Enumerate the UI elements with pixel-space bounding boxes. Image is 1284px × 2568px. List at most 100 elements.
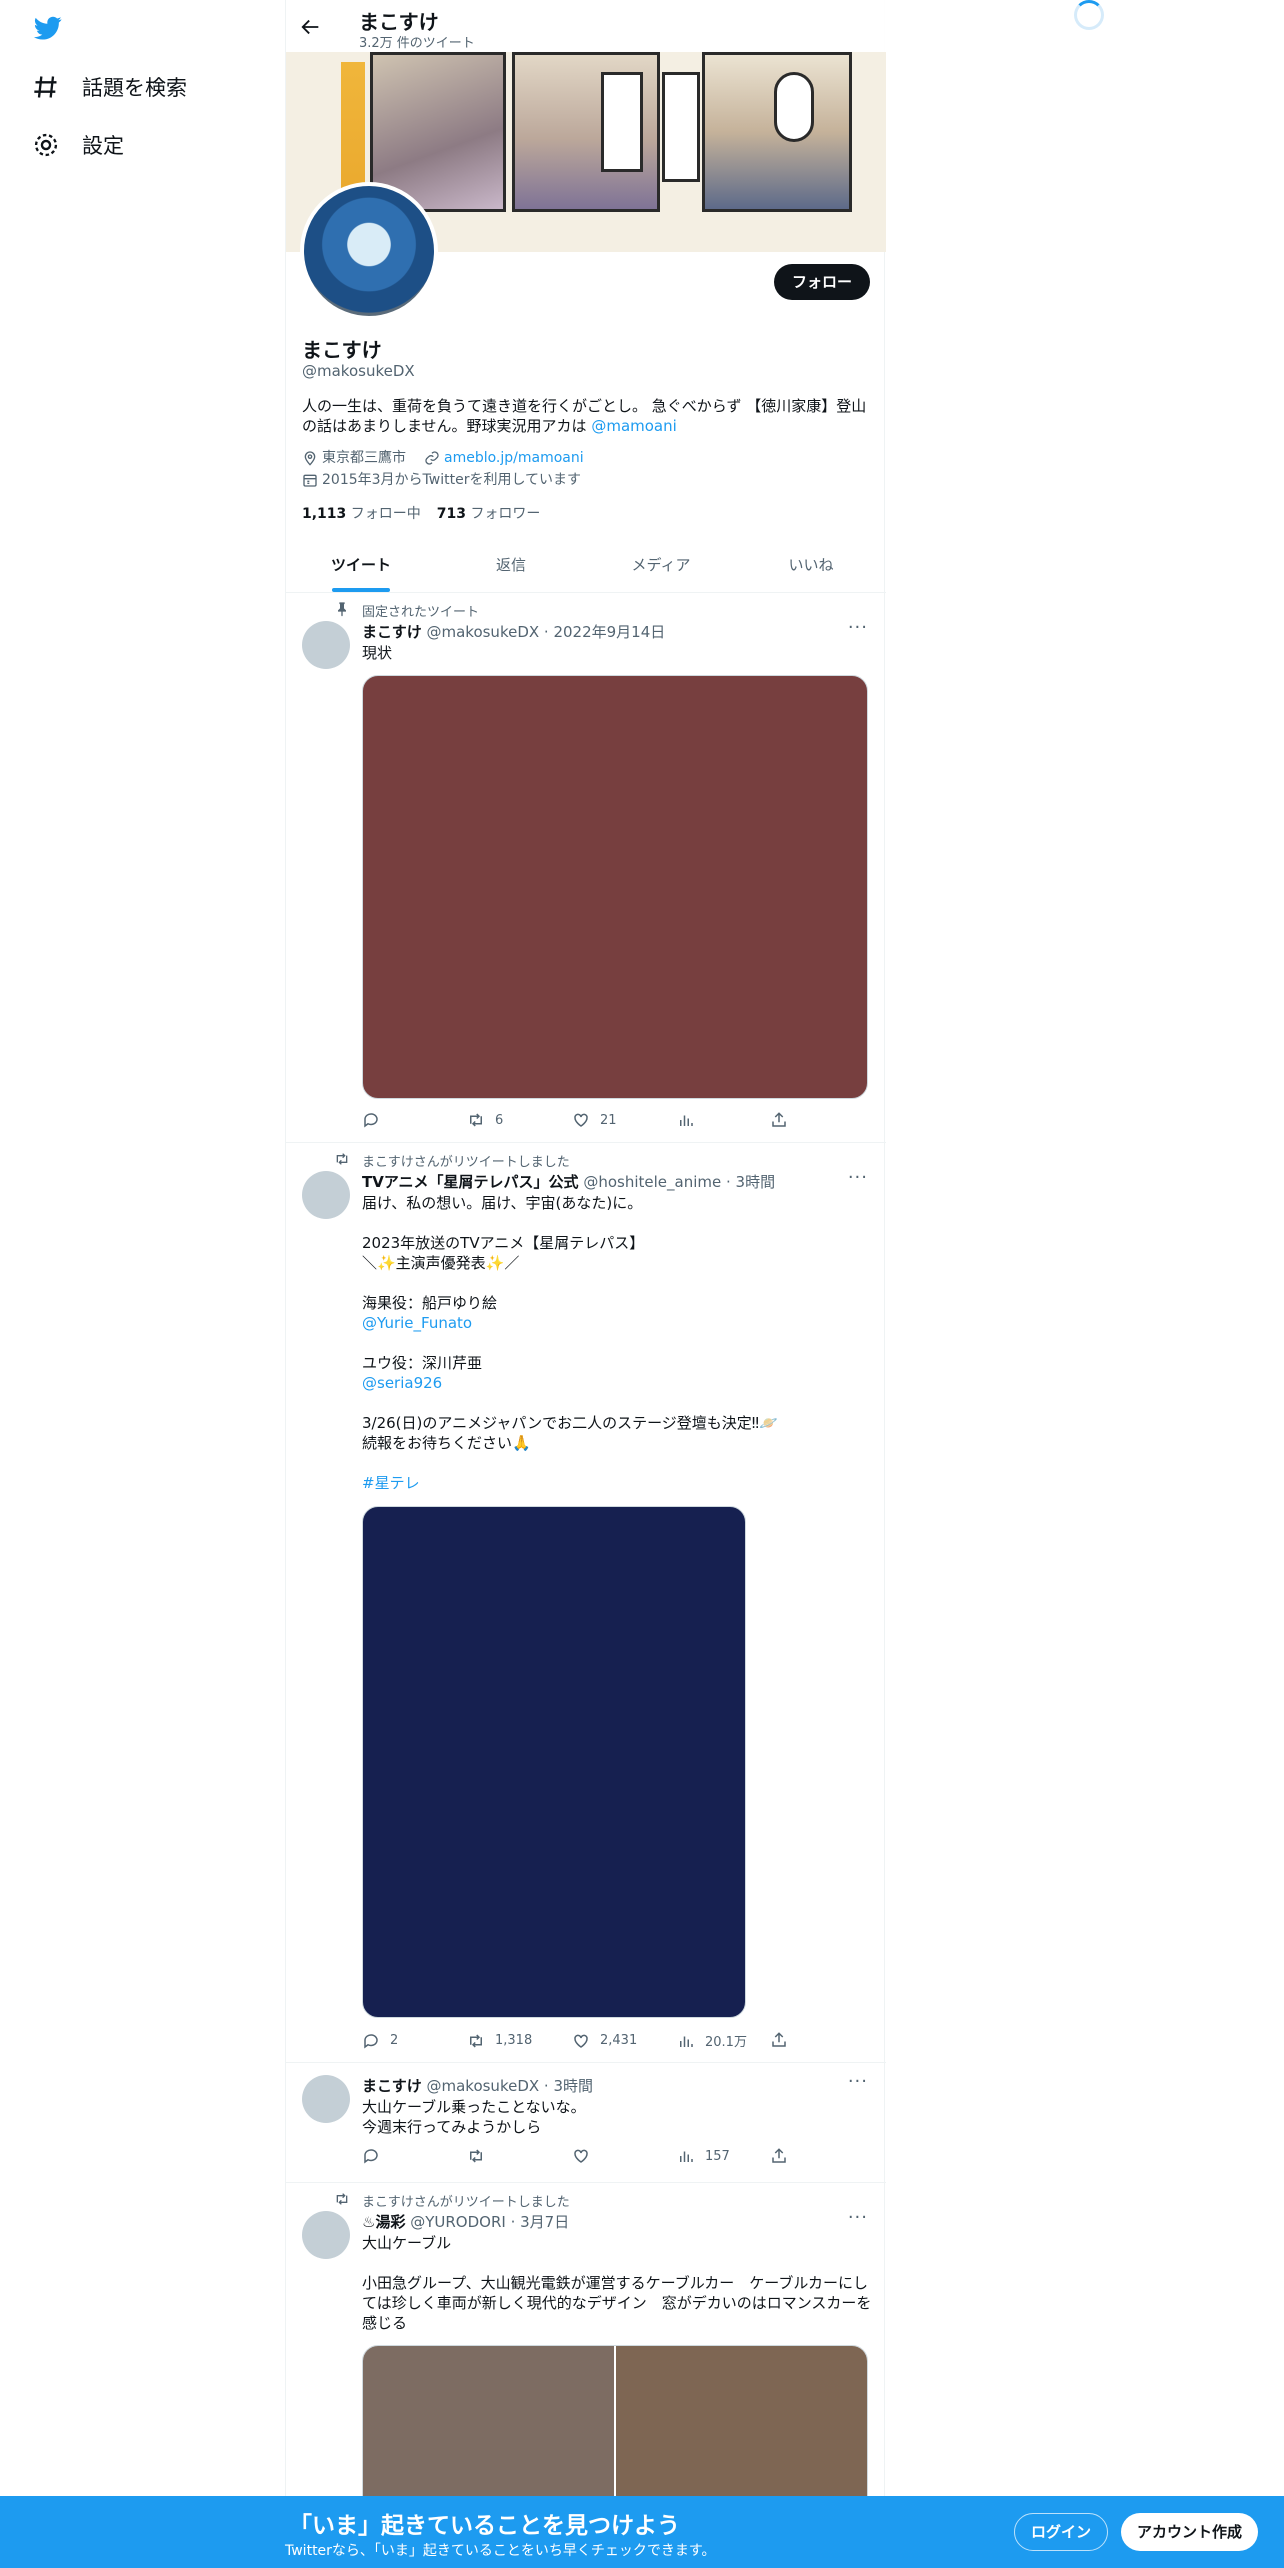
tab-media[interactable]: メディア	[586, 540, 736, 592]
signup-banner: 「いま」起きていることを見つけよう Twitterなら、「いま」起きていることを…	[0, 2496, 1284, 2568]
mention-link[interactable]: @seria926	[362, 1374, 442, 1392]
more-icon[interactable]: ···	[848, 2071, 868, 2092]
main-column: まこすけ 3.2万 件のツイート フォロー まこすけ @makosukeDX 人…	[285, 0, 886, 2568]
tab-tweets[interactable]: ツイート	[286, 540, 436, 592]
profile-location: 東京都三鷹市	[322, 450, 406, 466]
tweet-header: TVアニメ「星屑テレパス」公式 @hoshitele_anime · 3時間	[362, 1173, 776, 1191]
tweet-media[interactable]	[362, 1506, 746, 2018]
twitter-logo-icon[interactable]	[32, 14, 64, 42]
profile-name: まこすけ	[302, 338, 382, 362]
profile-handle: @makosukeDX	[302, 362, 415, 380]
share-icon[interactable]	[770, 2147, 788, 2165]
tweet-own[interactable]: まこすけ @makosukeDX · 3時間 ··· 大山ケーブル乗ったことない…	[286, 2063, 886, 2183]
views-button[interactable]: 157	[677, 2147, 782, 2165]
avatar[interactable]	[302, 621, 350, 669]
header-name: まこすけ	[359, 10, 439, 34]
signup-button[interactable]: アカウント作成	[1121, 2513, 1259, 2551]
profile-joined: 2015年3月からTwitterを利用しています	[322, 472, 582, 488]
reply-button[interactable]: 2	[362, 2031, 467, 2050]
nav-settings-label: 設定	[82, 134, 124, 158]
followers-link[interactable]: 713 フォロワー	[437, 503, 541, 523]
tweet-actions: 2 1,318 2,431 20.1万	[362, 2031, 782, 2050]
pin-icon	[338, 602, 346, 617]
reply-icon	[364, 1113, 378, 1128]
more-icon[interactable]: ···	[848, 617, 868, 638]
profile-url[interactable]: ameblo.jp/mamoani	[444, 448, 584, 468]
avatar[interactable]	[302, 2075, 350, 2123]
nav-explore[interactable]: 話題を検索	[32, 72, 187, 102]
avatar[interactable]	[302, 2211, 350, 2259]
hashtag-icon	[34, 76, 57, 98]
tweet-actions: 157	[362, 2147, 782, 2165]
tweet-media[interactable]	[362, 675, 868, 1099]
tweet-retweet-cable[interactable]: まこすけさんがリツイートしました ♨湯彩 @YURODORI · 3月7日 ··…	[286, 2183, 886, 2525]
nav-explore-label: 話題を検索	[82, 76, 187, 100]
mention-link[interactable]: @Yurie_Funato	[362, 1314, 472, 1332]
profile-header-bar: まこすけ 3.2万 件のツイート	[286, 0, 886, 52]
calendar-icon	[303, 474, 317, 487]
tweet-text: 大山ケーブル乗ったことないな。 今週末行ってみようかしら	[362, 2098, 586, 2136]
analytics-icon	[680, 2036, 693, 2047]
back-arrow-icon[interactable]	[300, 16, 322, 38]
retweet-context-icon	[336, 2193, 348, 2205]
bio-mention-link[interactable]: @mamoani	[591, 417, 676, 435]
more-icon[interactable]: ···	[848, 2207, 868, 2228]
tweet-header: まこすけ @makosukeDX · 3時間	[362, 2077, 594, 2095]
follow-counts: 1,113 フォロー中 713 フォロワー	[302, 503, 540, 523]
following-link[interactable]: 1,113 フォロー中	[302, 503, 421, 523]
profile-avatar[interactable]	[300, 182, 438, 320]
tweet-context: まこすけさんがリツイートしました	[362, 2195, 570, 2210]
retweet-button[interactable]	[467, 2147, 572, 2165]
retweet-button[interactable]: 1,318	[467, 2031, 572, 2050]
like-button[interactable]	[572, 2147, 677, 2165]
avatar[interactable]	[302, 1171, 350, 1219]
tweet-actions: 6 21	[362, 1111, 782, 1129]
share-icon[interactable]	[770, 1111, 788, 1129]
loading-spinner-icon	[1074, 0, 1104, 30]
tweet-header: ♨湯彩 @YURODORI · 3月7日	[362, 2213, 570, 2231]
like-button[interactable]: 2,431	[572, 2031, 677, 2050]
retweet-icon	[470, 2033, 482, 2048]
header-tweet-count: 3.2万 件のツイート	[359, 36, 475, 51]
reply-button[interactable]	[362, 2147, 467, 2165]
reply-icon	[364, 2033, 378, 2048]
profile-bio: 人の一生は、重荷を負うて遠き道を行くがごとし。 急ぐべからず 【徳川家康】登山の…	[302, 396, 872, 436]
heart-icon	[574, 2034, 588, 2048]
profile-meta: 東京都三鷹市 ameblo.jp/mamoani 2015年3月からTwitte…	[302, 448, 584, 492]
bio-text: 人の一生は、重荷を負うて遠き道を行くがごとし。 急ぐべからず 【徳川家康】登山の…	[302, 397, 867, 435]
retweet-icon	[470, 1113, 482, 1127]
tab-replies[interactable]: 返信	[436, 540, 586, 592]
hashtag-link[interactable]: #星テレ	[362, 1474, 420, 1492]
more-icon[interactable]: ···	[848, 1167, 868, 1188]
link-icon	[425, 451, 439, 465]
retweet-context-icon	[336, 1153, 348, 1165]
views-button[interactable]	[677, 1111, 782, 1129]
tweet-text: 現状	[362, 644, 393, 662]
analytics-icon	[680, 1115, 693, 1126]
tweet-retweet-anime[interactable]: まこすけさんがリツイートしました TVアニメ「星屑テレパス」公式 @hoshit…	[286, 1143, 886, 2063]
nav-settings[interactable]: 設定	[32, 130, 124, 160]
signup-banner-title: 「いま」起きていることを見つけよう	[289, 2513, 680, 2539]
reply-button[interactable]	[362, 1111, 467, 1129]
views-button[interactable]: 20.1万	[677, 2031, 782, 2050]
heart-icon	[574, 2149, 588, 2163]
reply-icon	[364, 2149, 378, 2164]
tweet-context: 固定されたツイート	[362, 605, 480, 620]
login-button[interactable]: ログイン	[1014, 2513, 1109, 2551]
profile-tabs: ツイート 返信 メディア いいね	[286, 540, 886, 593]
retweet-button[interactable]: 6	[467, 1111, 572, 1129]
tweet-header: まこすけ @makosukeDX · 2022年9月14日	[362, 623, 666, 641]
share-icon[interactable]	[770, 2031, 788, 2049]
retweet-icon	[470, 2149, 482, 2163]
heart-icon	[574, 1113, 588, 1127]
tweet-text: 届け、私の想い。届け、宇宙(あなた)に。 2023年放送のTVアニメ【星屑テレパ…	[362, 1194, 778, 1492]
analytics-icon	[680, 2151, 693, 2162]
location-pin-icon	[304, 451, 316, 466]
tweet-context: まこすけさんがリツイートしました	[362, 1155, 570, 1170]
tab-likes[interactable]: いいね	[736, 540, 886, 592]
follow-button[interactable]: フォロー	[774, 264, 871, 300]
gear-icon	[34, 133, 58, 157]
tweet-pinned[interactable]: 固定されたツイート まこすけ @makosukeDX · 2022年9月14日 …	[286, 593, 886, 1143]
signup-banner-subtitle: Twitterなら、「いま」起きていることをいち早くチェックできます。	[285, 2543, 716, 2559]
like-button[interactable]: 21	[572, 1111, 677, 1129]
